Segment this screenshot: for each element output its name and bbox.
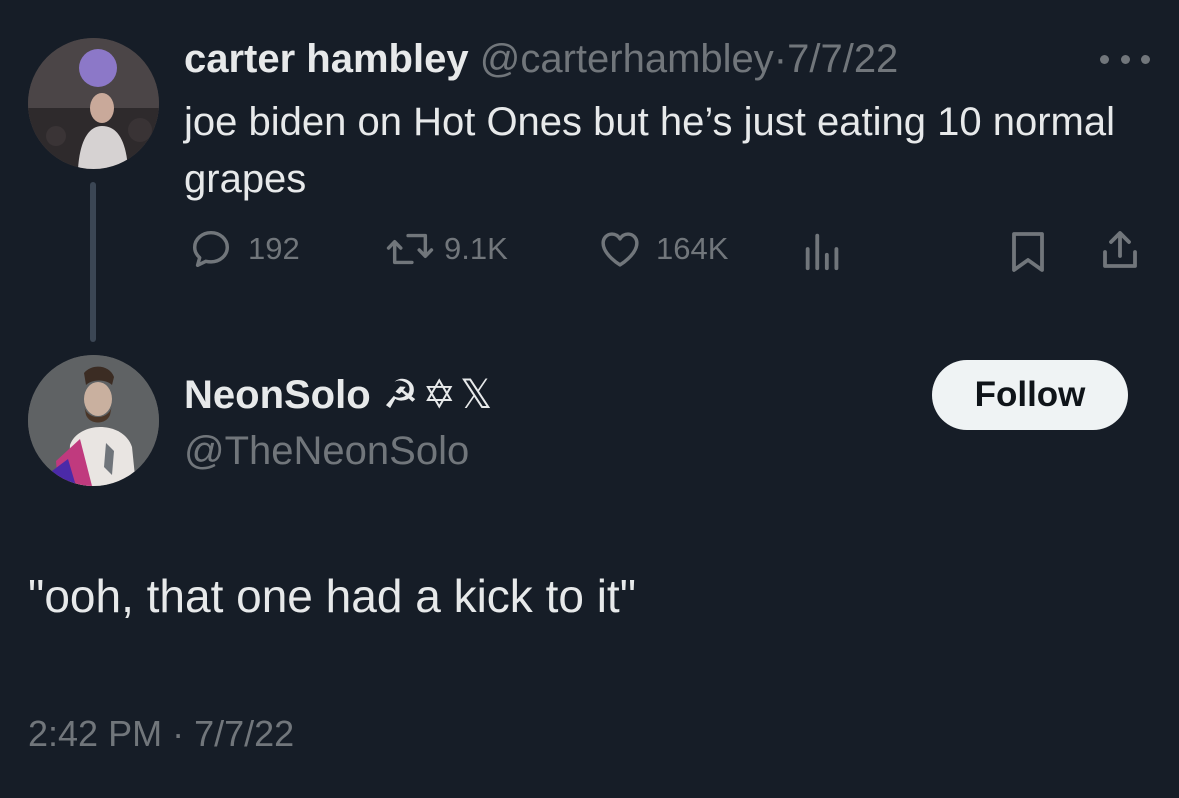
reply-author-name[interactable]: NeonSolo ☭✡𝕏 (184, 372, 496, 418)
parent-date[interactable]: 7/7/22 (787, 37, 898, 81)
share-upload-icon (1096, 226, 1144, 274)
like-count: 164K (656, 231, 729, 266)
reply-bubble-icon (188, 226, 234, 272)
reply-time: 2:42 PM (28, 713, 163, 754)
share-action[interactable] (1096, 226, 1144, 274)
retweet-action[interactable]: 9.1K (384, 226, 508, 272)
heart-icon (596, 226, 644, 272)
reply-separator: · (172, 713, 185, 754)
bookmark-action[interactable] (1006, 228, 1050, 276)
parent-handle[interactable]: @carterhambley (480, 37, 774, 81)
neonsolo-avatar[interactable] (28, 355, 159, 486)
retweet-icon (384, 226, 436, 272)
carter-avatar[interactable] (28, 38, 159, 169)
reply-display-name: NeonSolo (184, 373, 371, 417)
carter-avatar-photo (28, 38, 159, 169)
neonsolo-avatar-image (28, 355, 159, 486)
thread-connector-line (90, 182, 96, 342)
name-emojis: ☭✡𝕏 (382, 373, 497, 417)
reply-count: 192 (248, 231, 300, 266)
bookmark-icon (1006, 228, 1050, 276)
views-bar-chart-icon (800, 228, 846, 274)
parent-display-name[interactable]: carter hambley (184, 37, 469, 81)
more-horizontal-icon[interactable] (1100, 52, 1150, 66)
reply-date: 7/7/22 (194, 713, 295, 754)
like-action[interactable]: 164K (596, 226, 728, 272)
follow-button[interactable]: Follow (932, 360, 1128, 430)
reply-timestamp[interactable]: 2:42 PM · 7/7/22 (28, 712, 294, 756)
reply-action[interactable]: 192 (188, 226, 300, 272)
retweet-count: 9.1K (444, 231, 508, 266)
reply-tweet-text: "ooh, that one had a kick to it" (28, 570, 637, 622)
parent-tweet-header: carter hambley @carterhambley·7/7/22 (184, 36, 898, 82)
reply-handle[interactable]: @TheNeonSolo (184, 428, 469, 474)
views-action[interactable] (800, 228, 846, 274)
parent-separator: · (773, 37, 788, 81)
parent-tweet-text: joe biden on Hot Ones but he’s just eati… (184, 100, 1115, 201)
